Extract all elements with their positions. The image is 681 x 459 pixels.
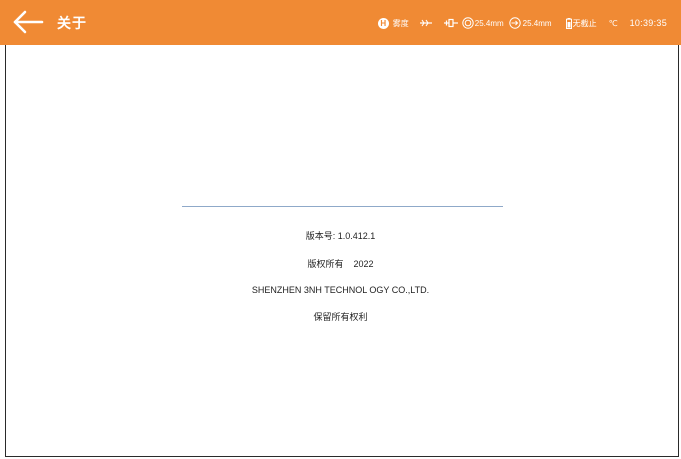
battery-indicator: 无截止 bbox=[565, 17, 597, 29]
company-name-text: SHENZHEN 3NH TECHNOL OGY CO.,LTD. bbox=[251, 285, 430, 295]
clock-time: 10:39:35 bbox=[629, 18, 667, 28]
battery-label: 无截止 bbox=[572, 18, 597, 28]
port-arrow-icon bbox=[508, 17, 521, 29]
header-bar: 关于 H 雾度 25.4mm 25.4mm 无截止 ℃ 10:39:35 bbox=[0, 0, 681, 45]
about-screen: 关于 H 雾度 25.4mm 25.4mm 无截止 ℃ 10:39:35 版本号… bbox=[0, 0, 681, 459]
temperature-unit: ℃ bbox=[608, 18, 618, 28]
logo-divider bbox=[182, 206, 503, 207]
aperture-ring-icon bbox=[462, 17, 474, 29]
port-indicator: 25.4mm bbox=[508, 17, 552, 29]
measure-mode-label: 雾度 bbox=[392, 18, 409, 28]
version-text: 版本号: 1.0.412.1 bbox=[305, 231, 376, 241]
rights-reserved-text: 保留所有权利 bbox=[313, 312, 368, 322]
battery-icon bbox=[565, 17, 572, 29]
page-title: 关于 bbox=[57, 15, 87, 31]
back-arrow-icon bbox=[13, 10, 44, 34]
copyright-text: 版权所有 2022 bbox=[307, 259, 374, 269]
back-button[interactable] bbox=[10, 8, 46, 38]
aperture-value: 25.4mm bbox=[474, 18, 504, 28]
aperture-indicator: 25.4mm bbox=[462, 17, 504, 29]
status-bar: H 雾度 25.4mm 25.4mm 无截止 ℃ 10:39:35 bbox=[377, 15, 667, 31]
light-source-icon bbox=[419, 19, 432, 27]
port-value: 25.4mm bbox=[522, 18, 552, 28]
measure-mode-indicator: H 雾度 bbox=[377, 17, 409, 29]
connection-plug-icon bbox=[443, 18, 458, 28]
haze-mode-icon: H bbox=[377, 17, 389, 29]
content-frame bbox=[5, 45, 679, 457]
